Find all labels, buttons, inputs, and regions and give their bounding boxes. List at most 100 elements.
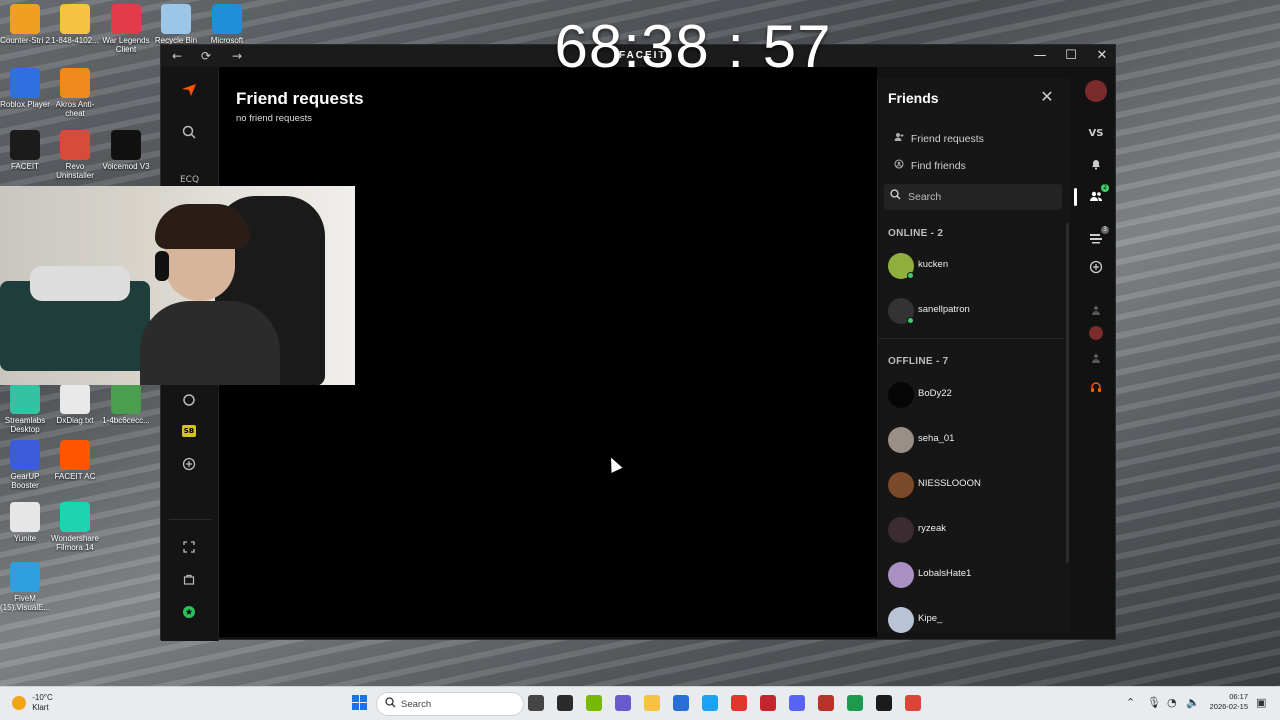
friend-avatar (888, 427, 914, 453)
friend-name: BoDy22 (918, 388, 952, 399)
taskbar-app-icon[interactable] (702, 695, 718, 711)
taskbar-app-icon[interactable] (876, 695, 892, 711)
versus-button[interactable]: VS (1087, 125, 1105, 143)
friend-row[interactable]: NIESSLOOON (888, 469, 1064, 503)
friend-name: seha_01 (918, 433, 955, 444)
desktop-icon[interactable]: Wondershare Filmora 14 (50, 502, 100, 552)
clock-date: 2026-02-15 (1209, 702, 1248, 711)
taskbar-app-icon[interactable] (789, 695, 805, 711)
fullscreen-icon[interactable] (180, 541, 198, 559)
friends-search-input[interactable] (908, 188, 1058, 206)
taskbar-app-icon[interactable] (528, 695, 544, 711)
search-icon[interactable] (180, 125, 198, 143)
search-icon (385, 697, 396, 711)
friends-scrollbar[interactable] (1066, 223, 1069, 563)
desktop-icon[interactable]: Akros Anti-cheat (50, 68, 100, 118)
desktop-icon[interactable]: Roblox Player (0, 68, 50, 109)
taskbar-app-icon[interactable] (644, 695, 660, 711)
desktop-icon[interactable]: Counter-Stri 2 (0, 4, 50, 45)
desktop-icon[interactable]: Microsoft (202, 4, 252, 45)
desktop-icon-label: DxDiag.txt (56, 416, 94, 425)
maximize-button[interactable]: ☐ (1062, 47, 1080, 65)
desktop-icon[interactable]: FACEIT AC (50, 440, 100, 481)
microphone-icon[interactable]: 🎙 (1147, 696, 1161, 709)
desktop-icon[interactable]: FACEIT (0, 130, 50, 171)
taskbar-app-icon[interactable] (673, 695, 689, 711)
taskbar-app-icon[interactable] (760, 695, 776, 711)
taskbar-app-icon[interactable] (615, 695, 631, 711)
desktop-icon[interactable]: War Legends Client (101, 4, 151, 54)
volume-icon[interactable]: 🔈 (1186, 696, 1200, 709)
add-circle-icon[interactable] (1087, 260, 1105, 278)
profile-avatar[interactable] (1085, 80, 1107, 102)
desktop-icon[interactable]: GearUP Booster (0, 440, 50, 490)
friend-row[interactable]: Kipe_ (888, 604, 1064, 638)
taskbar-app-icon[interactable] (586, 695, 602, 711)
taskbar-search[interactable]: Search (376, 692, 524, 716)
app-icon (10, 130, 40, 160)
taskbar-app-icon[interactable] (557, 695, 573, 711)
party-slot-empty-icon[interactable] (1087, 302, 1105, 320)
taskbar-clock[interactable]: 06:17 2026-02-15 (1204, 692, 1248, 712)
friend-row[interactable]: seha_01 (888, 424, 1064, 458)
weather-widget[interactable]: -10°C Klart (12, 693, 53, 713)
friend-name: Kipe_ (918, 613, 943, 624)
app-icon (60, 384, 90, 414)
online-status-dot (907, 272, 914, 279)
reload-icon[interactable]: ⟳ (198, 48, 214, 64)
desktop-icon[interactable]: DxDiag.txt (50, 384, 100, 425)
desktop-icon[interactable]: Yunite (0, 502, 50, 543)
taskbar-app-icon[interactable] (818, 695, 834, 711)
rail-divider (169, 519, 211, 520)
score-badge-icon[interactable]: SB (182, 425, 196, 437)
desktop-icon-label: 1-4bc6cecc... (102, 416, 150, 425)
desktop-icon[interactable]: 1-4bc6cecc... (101, 384, 151, 425)
find-friends-link[interactable]: Find friends (894, 159, 966, 172)
desktop-icon-label: 1-848-4102... (51, 36, 99, 45)
desktop-icon-label: Wondershare Filmora 14 (51, 534, 99, 552)
app-icon (212, 4, 242, 34)
desktop-icon[interactable]: Recycle Bin (151, 4, 201, 45)
taskbar-app-icon[interactable] (905, 695, 921, 711)
add-circle-icon[interactable] (180, 457, 198, 475)
faceit-logo-icon[interactable] (180, 83, 198, 101)
chevron-up-icon[interactable]: ⌃ (1126, 696, 1135, 709)
party-icon[interactable] (1087, 231, 1105, 249)
start-button[interactable] (352, 695, 368, 711)
forward-icon[interactable]: → (229, 48, 245, 64)
wifi-icon[interactable]: ◔ (1167, 696, 1177, 709)
desktop-icon[interactable]: Streamlabs Desktop (0, 384, 50, 434)
taskbar-app-icon[interactable] (731, 695, 747, 711)
friend-row[interactable]: ryzeak (888, 514, 1064, 548)
friend-requests-link[interactable]: Friend requests (894, 132, 984, 145)
webcam-person-body (140, 301, 280, 385)
back-icon[interactable]: ← (169, 48, 185, 64)
desktop-icon[interactable]: Voicemod V3 (101, 130, 151, 171)
app-icon (111, 130, 141, 160)
bell-icon[interactable] (1087, 157, 1105, 175)
friend-row[interactable]: kucken (888, 250, 1064, 284)
party-slot-empty-icon[interactable] (1087, 350, 1105, 368)
desktop-icon[interactable]: Revo Uninstaller (50, 130, 100, 180)
close-panel-icon[interactable]: ✕ (1038, 88, 1056, 106)
stream-timer: 68:38 : 57 (554, 13, 832, 80)
league-icon[interactable] (180, 393, 198, 411)
friend-row[interactable]: BoDy22 (888, 379, 1064, 413)
friends-icon[interactable] (1087, 189, 1105, 207)
desktop-icon[interactable]: 1-848-4102... (50, 4, 100, 45)
close-window-button[interactable]: ✕ (1093, 47, 1111, 65)
desktop-icon[interactable]: FiveM (15).VisualE... (0, 562, 50, 612)
friend-row[interactable]: sanellpatron (888, 295, 1064, 329)
friends-search-box[interactable] (884, 184, 1062, 210)
shop-bag-icon[interactable] (180, 573, 198, 591)
friend-avatar (888, 382, 914, 408)
friend-avatar (888, 472, 914, 498)
party-member-avatar[interactable] (1089, 326, 1103, 340)
taskbar-app-icon[interactable] (847, 695, 863, 711)
app-icon (10, 562, 40, 592)
notification-icon[interactable]: ▣ (1256, 696, 1266, 709)
minimize-button[interactable]: — (1031, 47, 1049, 65)
headset-icon[interactable] (1087, 380, 1105, 398)
status-star-icon[interactable] (180, 605, 198, 623)
friend-row[interactable]: LobalsHate1 (888, 559, 1064, 593)
